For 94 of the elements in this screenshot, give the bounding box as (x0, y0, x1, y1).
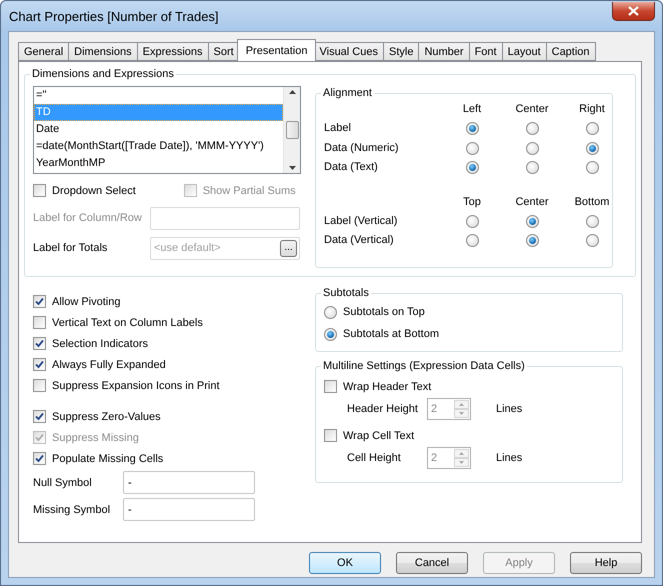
text-field[interactable]: - (123, 471, 255, 494)
checkbox[interactable] (33, 358, 46, 371)
row-label: Data (Text) (324, 160, 379, 175)
radio-button[interactable] (586, 142, 598, 155)
down-arrow-icon[interactable] (288, 166, 296, 170)
checkbox-label: Suppress Expansion Icons in Print (52, 380, 220, 392)
list-item[interactable]: YearMonthMP (34, 155, 283, 172)
radio-button[interactable] (526, 234, 538, 248)
field-label: Header Height (347, 403, 419, 415)
radio-button[interactable] (586, 122, 598, 136)
field-label: Missing Symbol (33, 504, 112, 516)
row-label: Data (Vertical) (324, 233, 395, 248)
checkbox-label: Dropdown Select (52, 184, 136, 196)
radio-button[interactable] (526, 142, 538, 155)
radio-button[interactable] (586, 161, 598, 174)
checkbox[interactable] (33, 410, 46, 423)
checkbox-label: Show Partial Sums (202, 184, 296, 196)
checkbox[interactable] (33, 337, 46, 350)
checkbox-label: Populate Missing Cells (52, 452, 164, 464)
checkbox-label: Wrap Cell Text (343, 430, 414, 442)
close-icon (628, 6, 639, 16)
group-title: Alignment (322, 87, 373, 99)
column-header: Center (514, 102, 550, 117)
radio-button[interactable] (526, 214, 538, 228)
checkbox-label: Allow Pivoting (52, 296, 120, 308)
tab[interactable]: Dimensions (68, 42, 138, 61)
dialog-button[interactable]: Help (570, 552, 642, 574)
dialog-button[interactable]: Cancel (396, 552, 468, 574)
checkbox[interactable] (33, 184, 46, 197)
row-label: Label (Vertical) (324, 214, 398, 228)
list-item[interactable]: ='' (34, 87, 283, 104)
radio-button[interactable] (466, 214, 478, 228)
scrollbar[interactable] (283, 87, 300, 173)
column-header: Left (462, 102, 482, 117)
radio-button[interactable] (324, 306, 337, 318)
column-header: Center (514, 194, 550, 210)
radio-button[interactable] (466, 161, 478, 174)
radio-button[interactable] (466, 234, 478, 248)
up-arrow-icon[interactable] (288, 90, 296, 94)
row-label: Label (324, 121, 352, 136)
field-label: Label for Column/Row (33, 212, 143, 224)
checkbox-label: Always Fully Expanded (52, 358, 166, 370)
unit-label: Lines (496, 403, 522, 415)
close-button[interactable] (612, 2, 655, 20)
dialog-button[interactable]: OK (309, 552, 381, 574)
list-item[interactable]: Date (34, 121, 283, 138)
checkbox[interactable] (33, 379, 46, 392)
tab[interactable]: Expressions (136, 42, 209, 61)
group-title: Multiline Settings (Expression Data Cells) (322, 360, 526, 372)
group-title: Dimensions and Expressions (31, 68, 175, 80)
checkbox-label: Vertical Text on Column Labels (52, 316, 203, 328)
browse-button[interactable]: ... (280, 240, 297, 256)
checkbox-label: Suppress Zero-Values (52, 410, 161, 422)
radio-button[interactable] (526, 161, 538, 174)
checkbox-label: Selection Indicators (52, 338, 148, 350)
column-header: Top (462, 194, 482, 210)
tab[interactable]: Caption (546, 42, 596, 61)
checkbox-label: Suppress Missing (52, 432, 139, 444)
group-title: Subtotals (322, 287, 370, 299)
field-label: Label for Totals (33, 242, 108, 254)
tab[interactable]: Visual Cues (313, 42, 384, 61)
tab[interactable]: Layout (502, 42, 547, 61)
tab[interactable]: Number (418, 42, 470, 61)
checkbox[interactable] (324, 429, 337, 442)
tab[interactable]: General (18, 42, 70, 61)
column-header: Bottom (574, 194, 610, 210)
list-box[interactable]: ='' TD Date =date(MonthStart([Trade Date]), 'MMM-YYYY') YearMonthMP (33, 86, 301, 174)
scroll-thumb[interactable] (286, 121, 298, 139)
list-item[interactable]: =date(MonthStart([Trade Date]), 'MMM-YYYY') (34, 138, 283, 155)
radio-button[interactable] (586, 214, 598, 228)
column-header: Right (578, 102, 606, 117)
text-field[interactable]: - (123, 498, 255, 521)
radio-button[interactable] (466, 122, 478, 136)
tab[interactable]: Presentation (236, 39, 316, 61)
tab[interactable]: Style (382, 42, 420, 61)
radio-button[interactable] (324, 328, 337, 340)
radio-button[interactable] (466, 142, 478, 155)
row-label: Data (Numeric) (324, 140, 400, 156)
tab[interactable]: Font (468, 42, 503, 61)
field-label: Cell Height (347, 452, 402, 464)
field-label: Null Symbol (33, 476, 93, 488)
radio-label: Subtotals at Bottom (343, 328, 439, 340)
radio-button[interactable] (526, 122, 538, 136)
checkbox[interactable] (33, 452, 46, 465)
checkbox[interactable] (33, 295, 46, 308)
window-title: Chart Properties [Number of Trades] (9, 8, 219, 24)
unit-label: Lines (496, 452, 522, 464)
radio-button[interactable] (586, 234, 598, 248)
checkbox[interactable] (33, 316, 46, 329)
checkbox-label: Wrap Header Text (343, 380, 432, 392)
text-field[interactable]: <use default> ... (150, 236, 300, 260)
tab[interactable]: Sort (208, 42, 240, 61)
checkbox[interactable] (324, 380, 337, 393)
radio-label: Subtotals on Top (343, 306, 425, 318)
